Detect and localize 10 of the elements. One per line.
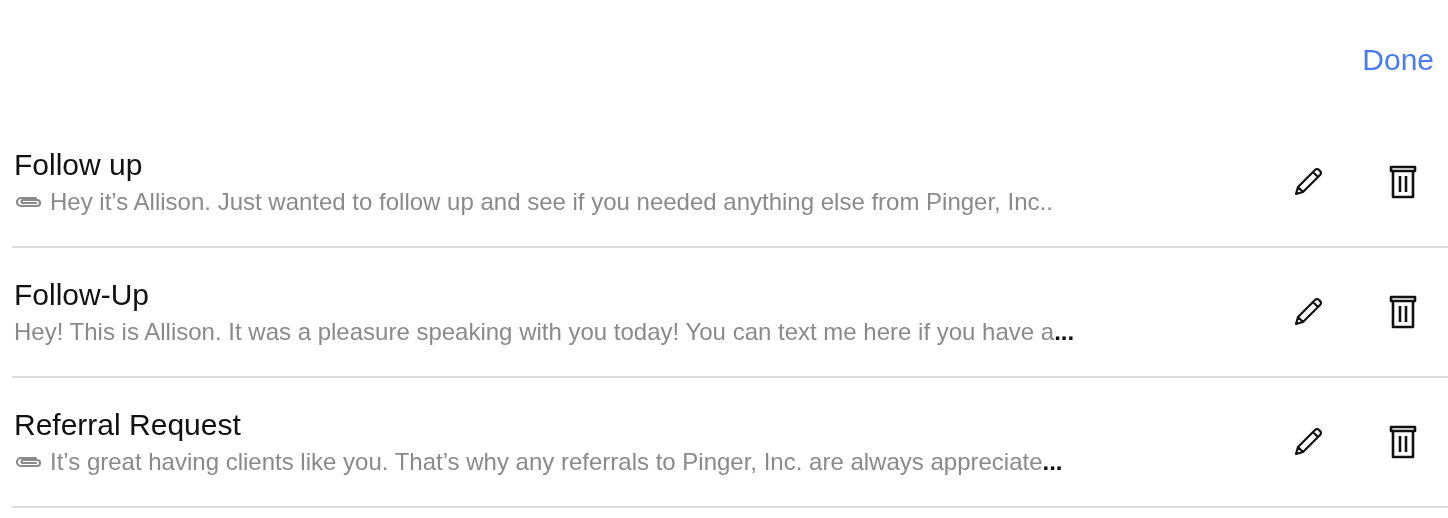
- message-preview: It’s great having clients like you. That’s why any referrals to Pinger, Inc. are always appreciate...: [50, 447, 1063, 477]
- trash-icon[interactable]: [1388, 164, 1418, 200]
- template-title: Follow up: [14, 147, 143, 183]
- message-preview: Hey! This is Allison. It was a pleasure speaking with you today! You can text me here if you have a...: [14, 317, 1075, 347]
- template-title: Referral Request: [14, 407, 241, 443]
- template-title: Follow-Up: [14, 277, 150, 313]
- message-preview: Hey it’s Allison. Just wanted to follow up and see if you needed anything else from Pinger, Inc..: [50, 187, 1053, 217]
- done-button[interactable]: Done: [1362, 0, 1434, 118]
- trash-icon[interactable]: [1388, 294, 1418, 330]
- trash-icon[interactable]: [1388, 424, 1418, 460]
